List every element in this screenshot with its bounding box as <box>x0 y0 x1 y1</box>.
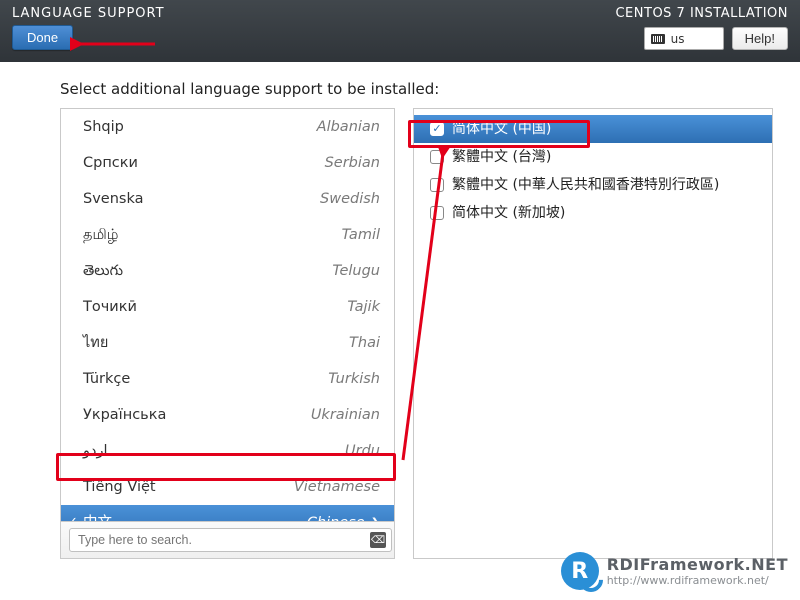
language-english-label: Tajik <box>347 293 380 321</box>
language-native-label: Shqip <box>83 113 124 141</box>
locale-list[interactable]: ✓ 简体中文 (中国) 繁體中文 (台灣) 繁體中文 (中華人民共和國香港特別行政區)… <box>414 109 772 233</box>
search-input[interactable] <box>69 528 392 552</box>
header-controls: us Help! <box>644 27 788 50</box>
keyboard-layout-label: us <box>671 32 685 46</box>
locale-label: 繁體中文 (中華人民共和國香港特別行政區) <box>452 174 719 196</box>
language-english-label: Thai <box>349 329 380 357</box>
panels: Shqip Albanian Српски Serbian Svenska Swedish… <box>60 108 780 559</box>
language-native-label: தமிழ் <box>83 221 118 249</box>
language-row[interactable]: Türkçe Turkish <box>61 361 394 397</box>
watermark-logo-icon: R <box>561 552 599 590</box>
language-row[interactable]: Shqip Albanian <box>61 109 394 145</box>
watermark: R RDIFramework.NET http://www.rdiframewo… <box>561 552 788 590</box>
locale-row[interactable]: 简体中文 (新加坡) <box>414 199 772 227</box>
keyboard-icon <box>651 34 665 44</box>
language-native-label: 中文 <box>83 509 112 521</box>
header-right: CENTOS 7 INSTALLATION us Help! <box>615 6 788 58</box>
language-english-label: Vietnamese <box>294 473 380 501</box>
check-icon: ✓ <box>67 509 78 521</box>
language-native-label: ไทย <box>83 329 108 357</box>
locale-row[interactable]: ✓ 简体中文 (中国) <box>414 115 772 143</box>
language-english-label: Telugu <box>332 257 380 285</box>
language-native-label: اردو <box>83 437 108 465</box>
top-bar: LANGUAGE SUPPORT Done CENTOS 7 INSTALLAT… <box>0 0 800 62</box>
clear-search-icon[interactable]: ⌫ <box>370 532 386 548</box>
language-english-label: Chinese <box>307 509 365 521</box>
language-row[interactable]: Svenska Swedish <box>61 181 394 217</box>
language-row[interactable]: ✓ 中文 Chinese ❯ <box>61 505 394 521</box>
language-row[interactable]: اردو Urdu <box>61 433 394 469</box>
header-left: LANGUAGE SUPPORT Done <box>12 6 165 58</box>
language-english-label: Albanian <box>317 113 380 141</box>
instruction-text: Select additional language support to be… <box>60 80 780 98</box>
language-native-label: Українська <box>83 401 166 429</box>
checkbox[interactable]: ✓ <box>430 122 444 136</box>
checkbox[interactable] <box>430 150 444 164</box>
language-row[interactable]: தமிழ் Tamil <box>61 217 394 253</box>
language-row[interactable]: ไทย Thai <box>61 325 394 361</box>
language-native-label: Svenska <box>83 185 143 213</box>
checkbox[interactable] <box>430 206 444 220</box>
language-english-label: Urdu <box>345 437 380 465</box>
language-row[interactable]: తెలుగు Telugu <box>61 253 394 289</box>
language-row[interactable]: Tiếng Việt Vietnamese <box>61 469 394 505</box>
help-button[interactable]: Help! <box>732 27 788 50</box>
content-area: Select additional language support to be… <box>0 62 800 559</box>
language-english-label: Serbian <box>325 149 380 177</box>
locale-label: 繁體中文 (台灣) <box>452 146 551 168</box>
language-english-label: Tamil <box>342 221 380 249</box>
language-row[interactable]: Српски Serbian <box>61 145 394 181</box>
language-english-label: Ukrainian <box>311 401 380 429</box>
locale-row[interactable]: 繁體中文 (中華人民共和國香港特別行政區) <box>414 171 772 199</box>
language-native-label: తెలుగు <box>83 257 123 285</box>
installer-title: CENTOS 7 INSTALLATION <box>615 6 788 21</box>
language-list[interactable]: Shqip Albanian Српски Serbian Svenska Swedish… <box>61 109 394 521</box>
language-native-label: Tiếng Việt <box>83 473 156 501</box>
language-native-label: Türkçe <box>83 365 130 393</box>
language-native-label: Точикӣ <box>83 293 137 321</box>
language-row[interactable]: Українська Ukrainian <box>61 397 394 433</box>
checkbox[interactable] <box>430 178 444 192</box>
locale-label: 简体中文 (新加坡) <box>452 202 565 224</box>
done-button[interactable]: Done <box>12 25 73 50</box>
watermark-url: http://www.rdiframework.net/ <box>607 574 788 587</box>
locale-row[interactable]: 繁體中文 (台灣) <box>414 143 772 171</box>
keyboard-layout-indicator[interactable]: us <box>644 27 724 50</box>
page-title: LANGUAGE SUPPORT <box>12 6 165 21</box>
watermark-text: RDIFramework.NET http://www.rdiframework… <box>607 555 788 587</box>
language-panel: Shqip Albanian Српски Serbian Svenska Swedish… <box>60 108 395 559</box>
language-native-label: Српски <box>83 149 138 177</box>
locale-panel: ✓ 简体中文 (中国) 繁體中文 (台灣) 繁體中文 (中華人民共和國香港特別行政區)… <box>413 108 773 559</box>
locale-label: 简体中文 (中国) <box>452 118 551 140</box>
language-english-label: Turkish <box>328 365 380 393</box>
language-row[interactable]: Точикӣ Tajik <box>61 289 394 325</box>
chevron-right-icon: ❯ <box>371 509 380 521</box>
language-english-label: Swedish <box>320 185 380 213</box>
watermark-title: RDIFramework.NET <box>607 555 788 574</box>
search-bar: ⌫ <box>61 521 394 558</box>
